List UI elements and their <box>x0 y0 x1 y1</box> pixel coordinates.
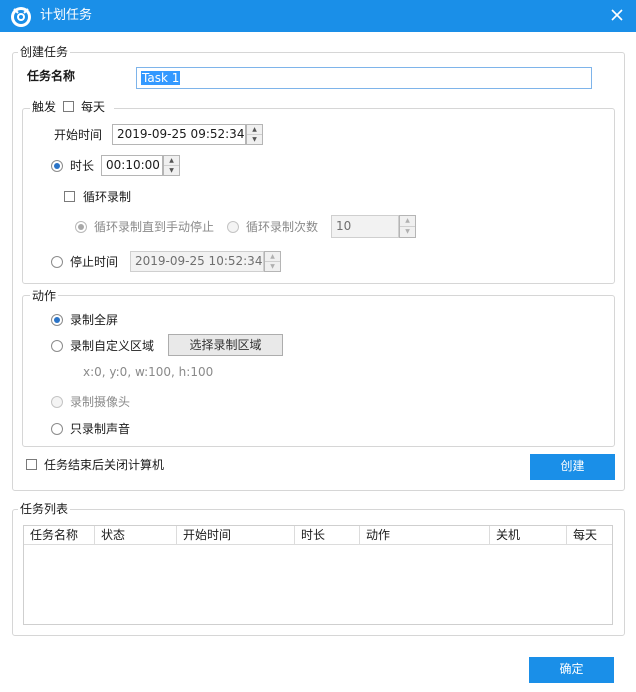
task-name-label: 任务名称 <box>27 69 76 83</box>
create-task-title: 创建任务 <box>18 45 71 59</box>
loop-count-spinner[interactable]: ▲ ▼ <box>399 215 416 238</box>
duration-label: 时长 <box>70 159 95 173</box>
spin-up-icon[interactable]: ▲ <box>265 252 280 262</box>
trigger-title: 触发 <box>32 100 57 114</box>
stop-time-label: 停止时间 <box>70 255 119 269</box>
task-name-input[interactable]: Task 1 <box>136 67 592 89</box>
column-header[interactable]: 状态 <box>95 526 177 545</box>
column-header[interactable]: 时长 <box>295 526 360 545</box>
column-header[interactable]: 每天 <box>567 526 612 545</box>
duration-input[interactable]: 00:10:00 <box>101 155 163 176</box>
title-bar <box>0 0 636 32</box>
camera-label: 录制摄像头 <box>70 395 131 409</box>
column-header[interactable]: 任务名称 <box>24 526 95 545</box>
fullscreen-radio[interactable] <box>51 314 63 326</box>
column-header[interactable]: 关机 <box>490 526 567 545</box>
spin-down-icon[interactable]: ▼ <box>265 262 280 272</box>
start-time-label: 开始时间 <box>54 128 103 142</box>
fullscreen-label: 录制全屏 <box>70 313 119 327</box>
spin-down-icon[interactable]: ▼ <box>247 135 262 145</box>
loop-count-label: 循环录制次数 <box>246 220 319 234</box>
daily-label: 每天 <box>81 100 106 114</box>
ok-button[interactable]: 确定 <box>529 657 614 683</box>
start-time-input[interactable]: 2019-09-25 09:52:34 <box>112 124 246 145</box>
stop-time-radio[interactable] <box>51 256 63 268</box>
audio-only-radio[interactable] <box>51 423 63 435</box>
column-header[interactable]: 动作 <box>360 526 490 545</box>
spin-down-icon[interactable]: ▼ <box>400 227 415 238</box>
action-title: 动作 <box>30 289 59 303</box>
start-time-spinner[interactable]: ▲ ▼ <box>246 124 263 145</box>
area-info-text: x:0, y:0, w:100, h:100 <box>83 365 214 379</box>
select-area-button[interactable]: 选择录制区域 <box>168 334 283 356</box>
shutdown-checkbox[interactable] <box>26 459 37 470</box>
close-icon <box>611 9 623 21</box>
task-table[interactable]: 任务名称 状态 开始时间 时长 动作 关机 每天 <box>23 525 613 625</box>
app-logo-icon <box>8 4 34 28</box>
daily-checkbox[interactable] <box>63 101 74 112</box>
stop-time-spinner[interactable]: ▲ ▼ <box>264 251 281 272</box>
loop-record-checkbox[interactable] <box>64 191 75 202</box>
spin-up-icon[interactable]: ▲ <box>164 156 179 166</box>
spin-up-icon[interactable]: ▲ <box>400 216 415 227</box>
stop-time-input[interactable]: 2019-09-25 10:52:34 <box>130 251 264 272</box>
spin-down-icon[interactable]: ▼ <box>164 166 179 176</box>
spin-up-icon[interactable]: ▲ <box>247 125 262 135</box>
duration-radio[interactable] <box>51 160 63 172</box>
camera-radio[interactable] <box>51 396 63 408</box>
duration-spinner[interactable]: ▲ ▼ <box>163 155 180 176</box>
loop-until-stop-radio[interactable] <box>75 221 87 233</box>
task-list-title: 任务列表 <box>18 502 71 516</box>
loop-record-label: 循环录制 <box>83 190 132 204</box>
shutdown-label: 任务结束后关闭计算机 <box>44 458 165 472</box>
audio-only-label: 只录制声音 <box>70 422 131 436</box>
custom-area-label: 录制自定义区域 <box>70 339 155 353</box>
loop-until-stop-label: 循环录制直到手动停止 <box>94 220 215 234</box>
column-header[interactable]: 开始时间 <box>177 526 295 545</box>
loop-count-input[interactable]: 10 <box>331 215 399 238</box>
task-name-value: Task 1 <box>141 71 181 85</box>
create-button[interactable]: 创建 <box>530 454 615 480</box>
window-title: 计划任务 <box>40 8 93 23</box>
close-button[interactable] <box>604 4 630 28</box>
loop-count-radio[interactable] <box>227 221 239 233</box>
custom-area-radio[interactable] <box>51 340 63 352</box>
